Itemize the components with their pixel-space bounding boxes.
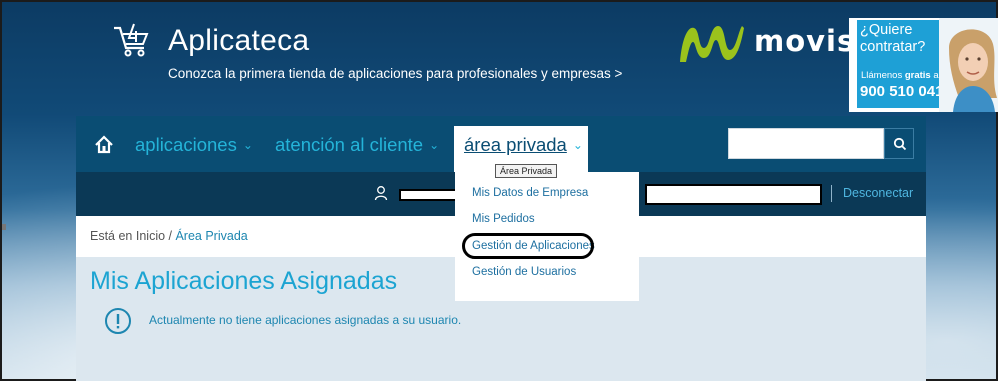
brand-name: movistar — [754, 24, 850, 58]
nav-label: atención al cliente — [275, 134, 424, 155]
tooltip: Área Privada — [495, 164, 558, 178]
ad-call-bold: gratis — [904, 70, 931, 81]
logout-link[interactable]: Desconectar — [843, 186, 913, 200]
site-tagline[interactable]: Conozca la primera tienda de aplicacione… — [168, 66, 622, 81]
ad-question-line2: contratar? — [860, 39, 926, 55]
search-button[interactable] — [884, 128, 914, 159]
menu-item-mis-pedidos[interactable]: Mis Pedidos — [472, 213, 535, 225]
page-title: Mis Aplicaciones Asignadas — [90, 267, 398, 295]
ad-question-line1: ¿Quiere — [860, 22, 913, 38]
nav-item-aplicaciones[interactable]: aplicaciones ⌄ — [135, 134, 253, 156]
info-icon — [105, 308, 131, 334]
cart-icon — [114, 23, 149, 57]
area-privada-dropdown: Mis Datos de Empresa Mis Pedidos Gestión… — [455, 172, 639, 301]
chevron-down-icon: ⌄ — [242, 138, 253, 152]
menu-item-gestion-usuarios[interactable]: Gestión de Usuarios — [472, 266, 576, 278]
edge-marker — [2, 224, 6, 230]
ad-call-prefix: Llámenos — [861, 70, 905, 81]
highlight-annotation — [462, 233, 594, 259]
chevron-down-icon: ⌄ — [429, 138, 440, 152]
nav-label: aplicaciones — [135, 134, 237, 155]
nav-item-area-privada[interactable]: área privada ⌄ — [464, 134, 583, 156]
separator — [831, 185, 832, 202]
breadcrumb-current[interactable]: Área Privada — [175, 229, 247, 243]
site-title[interactable]: Aplicateca — [168, 24, 309, 58]
browser-frame: Aplicateca Conozca la primera tienda de … — [0, 0, 998, 381]
search-input[interactable] — [728, 128, 884, 159]
breadcrumb: Está en Inicio / Área Privada — [90, 229, 248, 243]
nav-label: área privada — [464, 134, 567, 155]
movistar-logo-icon — [680, 26, 744, 62]
breadcrumb-separator: / — [165, 229, 176, 243]
home-icon[interactable] — [94, 135, 114, 155]
breadcrumb-prefix[interactable]: Está en Inicio — [90, 229, 165, 243]
ad-woman-photo — [939, 18, 998, 112]
nav-item-atencion-cliente[interactable]: atención al cliente ⌄ — [275, 134, 439, 156]
redacted-username — [399, 189, 457, 201]
menu-item-mis-datos-empresa[interactable]: Mis Datos de Empresa — [472, 187, 588, 199]
redacted-company — [645, 184, 822, 205]
user-icon — [374, 186, 388, 201]
search-icon — [893, 137, 907, 151]
chevron-down-icon: ⌄ — [572, 138, 583, 152]
alert-message: Actualmente no tiene aplicaciones asigna… — [149, 313, 462, 327]
ad-call-text: Llámenos gratis al — [861, 70, 941, 81]
ad-phone-number: 900 510 041 — [860, 83, 944, 100]
contract-ad-banner[interactable]: ¿Quiere contratar? Llámenos gratis al 90… — [849, 18, 998, 112]
